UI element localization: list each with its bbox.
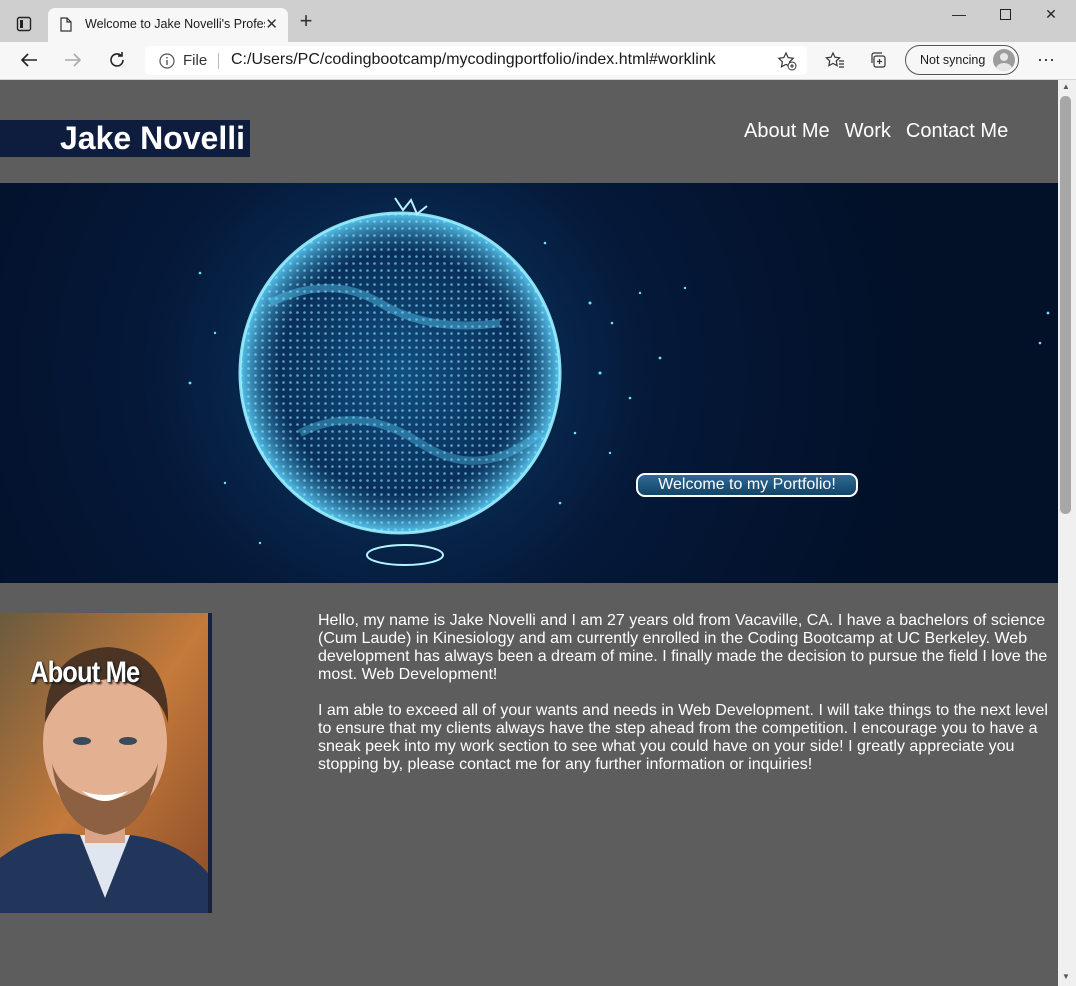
- brand-banner: Jake Novelli: [0, 120, 250, 157]
- close-window-button[interactable]: ✕: [1036, 6, 1066, 26]
- about-text: Hello, my name is Jake Novelli and I am …: [318, 612, 1053, 792]
- more-options-icon[interactable]: ···: [1034, 48, 1058, 72]
- about-paragraph: Hello, my name is Jake Novelli and I am …: [318, 612, 1048, 683]
- browser-tab-bar: Welcome to Jake Novelli's Professional P…: [0, 0, 1076, 42]
- page-icon: [60, 17, 72, 37]
- minimize-button[interactable]: —: [944, 6, 974, 26]
- favorites-icon[interactable]: [823, 49, 847, 71]
- add-favorite-icon[interactable]: [777, 51, 797, 76]
- file-label: File: [183, 52, 208, 69]
- tab-actions-icon[interactable]: [10, 10, 38, 38]
- info-icon[interactable]: [159, 53, 175, 74]
- forward-button[interactable]: [60, 48, 86, 72]
- browser-toolbar: File C:/Users/PC/codingbootcamp/mycoding…: [0, 42, 1076, 80]
- close-tab-icon[interactable]: ✕: [265, 15, 278, 33]
- divider: [218, 53, 219, 69]
- main-nav: About Me Work Contact Me: [744, 120, 1008, 143]
- profile-photo: About Me: [0, 613, 212, 913]
- url-text[interactable]: C:/Users/PC/codingbootcamp/mycodingportf…: [231, 51, 716, 69]
- site-title: Jake Novelli: [60, 120, 245, 156]
- about-heading: About Me: [30, 656, 140, 689]
- globe-graphic: [188, 197, 1050, 566]
- welcome-button[interactable]: Welcome to my Portfolio!: [636, 473, 858, 497]
- avatar: [993, 49, 1015, 71]
- nav-link-about-me[interactable]: About Me: [744, 120, 830, 143]
- hero-banner: Welcome to my Portfolio!: [0, 183, 1058, 583]
- about-paragraph: I am able to exceed all of your wants an…: [318, 702, 1048, 773]
- scrollbar-thumb[interactable]: [1060, 96, 1071, 514]
- reload-button[interactable]: [104, 48, 130, 72]
- collections-icon[interactable]: [867, 49, 891, 71]
- scroll-up-icon[interactable]: ▲: [1061, 82, 1071, 92]
- address-bar[interactable]: File C:/Users/PC/codingbootcamp/mycoding…: [145, 46, 807, 75]
- back-button[interactable]: [16, 48, 42, 72]
- maximize-button[interactable]: [990, 6, 1020, 26]
- profile-sync-button[interactable]: Not syncing: [905, 45, 1019, 75]
- new-tab-button[interactable]: +: [294, 10, 318, 34]
- sync-status-label: Not syncing: [920, 53, 986, 67]
- browser-tab[interactable]: Welcome to Jake Novelli's Professional P…: [48, 8, 288, 42]
- tab-title: Welcome to Jake Novelli's Professional P…: [85, 17, 265, 31]
- nav-link-work[interactable]: Work: [845, 120, 891, 143]
- scroll-down-icon[interactable]: ▼: [1061, 972, 1071, 982]
- page-viewport: Jake Novelli About Me Work Contact Me We…: [0, 80, 1058, 986]
- nav-link-contact-me[interactable]: Contact Me: [906, 120, 1008, 143]
